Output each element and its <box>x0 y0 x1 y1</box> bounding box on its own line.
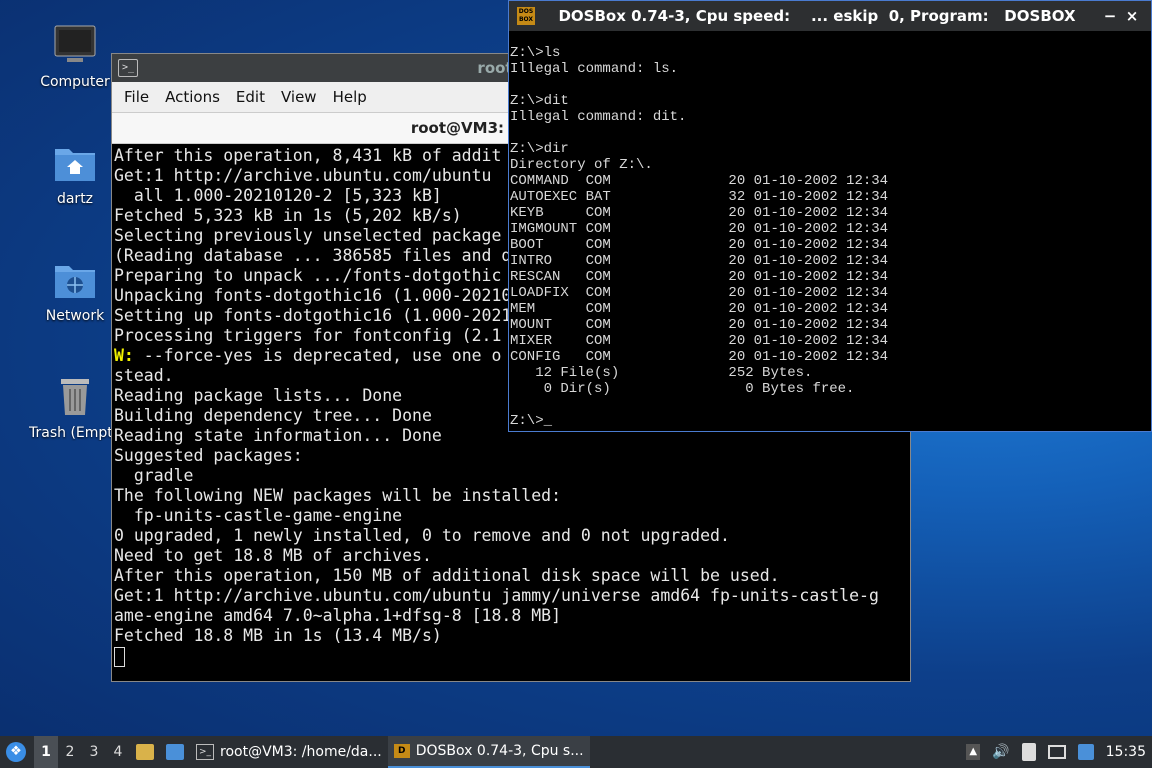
dosbox-line: IMGMOUNT COM 20 01-10-2002 12:34 <box>510 221 889 237</box>
dosbox-line: CONFIG COM 20 01-10-2002 12:34 <box>510 349 889 365</box>
desktop-icon-dartz[interactable]: dartz <box>25 141 125 207</box>
menu-help[interactable]: Help <box>325 88 375 106</box>
dosbox-line: MIXER COM 20 01-10-2002 12:34 <box>510 333 889 349</box>
warning-text: --force-yes is deprecated, use one o <box>133 346 502 365</box>
minimize-button[interactable]: − <box>1099 7 1121 25</box>
dosbox-line: LOADFIX COM 20 01-10-2002 12:34 <box>510 285 889 301</box>
task-dosbox[interactable]: D DOSBox 0.74-3, Cpu s... <box>387 736 590 768</box>
desktop-icon-computer[interactable]: Computer <box>25 24 125 90</box>
scroll-up-icon[interactable]: ▲ <box>966 744 981 760</box>
network-folder-icon <box>53 258 97 302</box>
dosbox-line: 12 File(s) 252 Bytes. <box>510 365 813 381</box>
dosbox-line: MEM COM 20 01-10-2002 12:34 <box>510 301 889 317</box>
dosbox-console[interactable]: Z:\>ls Illegal command: ls. Z:\>dit Illegal… <box>510 45 1150 430</box>
terminal-line: Fetched 18.8 MB in 1s (13.4 MB/s) <box>114 626 442 645</box>
terminal-line: fp-units-castle-game-engine <box>114 506 403 525</box>
terminal-line: Get:1 http://archive.ubuntu.com/ubuntu j… <box>114 586 879 605</box>
dosbox-line: INTRO COM 20 01-10-2002 12:34 <box>510 253 889 269</box>
dosbox-line: COMMAND COM 20 01-10-2002 12:34 <box>510 173 889 189</box>
menu-view[interactable]: View <box>273 88 325 106</box>
dosbox-line: 0 Dir(s) 0 Bytes free. <box>510 381 855 397</box>
desktop-icon-label: Network <box>45 308 105 324</box>
notification-icon[interactable] <box>1077 744 1094 760</box>
dosbox-titlebar[interactable]: DOS BOX DOSBox 0.74-3, Cpu speed: ... es… <box>509 1 1151 31</box>
dosbox-line: Z:\>_ <box>510 413 553 429</box>
menu-file[interactable]: File <box>116 88 157 106</box>
terminal-line: gradle <box>114 466 194 485</box>
terminal-cursor <box>114 646 125 667</box>
dosbox-window[interactable]: DOS BOX DOSBox 0.74-3, Cpu speed: ... es… <box>508 0 1152 432</box>
dosbox-line: BOOT COM 20 01-10-2002 12:34 <box>510 237 889 253</box>
dosbox-line <box>510 125 1150 141</box>
trash-icon <box>53 375 97 419</box>
volume-icon[interactable]: 🔊 <box>992 744 1009 760</box>
dosbox-window-title: DOSBox 0.74-3, Cpu speed: ... eskip 0, P… <box>558 7 1076 25</box>
taskbar: ❖ 1 2 3 4 >_ root@VM3: /home/da... D DOS… <box>0 736 1152 768</box>
dosbox-line: AUTOEXEC BAT 32 01-10-2002 12:34 <box>510 189 889 205</box>
dosbox-line: Z:\>dir <box>510 141 569 157</box>
task-label: DOSBox 0.74-3, Cpu s... <box>415 743 584 759</box>
dosbox-line: Illegal command: ls. <box>510 61 679 77</box>
terminal-line: ame-engine amd64 7.0~alpha.1+dfsg-8 [18.… <box>114 606 562 625</box>
workspace-4[interactable]: 4 <box>106 744 130 760</box>
dosbox-icon: D <box>393 744 410 758</box>
dosbox-line: KEYB COM 20 01-10-2002 12:34 <box>510 205 889 221</box>
menu-actions[interactable]: Actions <box>157 88 228 106</box>
desktop-icon-label: dartz <box>56 191 94 207</box>
dosbox-line: MOUNT COM 20 01-10-2002 12:34 <box>510 317 889 333</box>
task-label: root@VM3: /home/da... <box>220 744 382 760</box>
menu-edit[interactable]: Edit <box>228 88 273 106</box>
terminal-line: The following NEW packages will be insta… <box>114 486 562 505</box>
terminal-line: After this operation, 150 MB of addition… <box>114 566 780 585</box>
home-folder-icon <box>53 141 97 185</box>
system-tray: ▲ 🔊 15:35 <box>960 743 1152 761</box>
warning-prefix: W: <box>114 346 134 365</box>
dosbox-line <box>510 397 1150 413</box>
dosbox-line: Z:\>dit <box>510 93 569 109</box>
lubuntu-menu-icon[interactable]: ❖ <box>6 742 26 762</box>
workspace-2[interactable]: 2 <box>58 744 82 760</box>
clock[interactable]: 15:35 <box>1106 744 1146 760</box>
desktop-icon-trash[interactable]: Trash (Empt <box>25 375 125 441</box>
show-desktop-icon[interactable] <box>166 744 184 760</box>
terminal-icon: >_ <box>196 744 214 760</box>
dosbox-icon: DOS BOX <box>517 7 535 25</box>
dosbox-line: Directory of Z:\. <box>510 157 653 173</box>
terminal-line: Need to get 18.8 MB of archives. <box>114 546 432 565</box>
clipboard-icon[interactable] <box>1021 743 1036 761</box>
workspace-1[interactable]: 1 <box>34 736 58 768</box>
dosbox-line <box>510 77 1150 93</box>
terminal-line: Suggested packages: <box>114 446 303 465</box>
task-terminal[interactable]: >_ root@VM3: /home/da... <box>190 736 388 768</box>
close-button[interactable]: × <box>1121 7 1143 25</box>
dosbox-line: Z:\>ls <box>510 45 561 61</box>
dosbox-line: RESCAN COM 20 01-10-2002 12:34 <box>510 269 889 285</box>
computer-icon <box>53 24 97 68</box>
terminal-line: 0 upgraded, 1 newly installed, 0 to remo… <box>114 526 730 545</box>
desktop-icon-network[interactable]: Network <box>25 258 125 324</box>
network-icon[interactable] <box>1047 745 1066 759</box>
desktop-icon-label: Computer <box>40 74 110 90</box>
file-manager-icon[interactable] <box>136 744 154 760</box>
dosbox-line: Illegal command: dit. <box>510 109 687 125</box>
workspace-3[interactable]: 3 <box>82 744 106 760</box>
terminal-icon: >_ <box>118 59 138 77</box>
